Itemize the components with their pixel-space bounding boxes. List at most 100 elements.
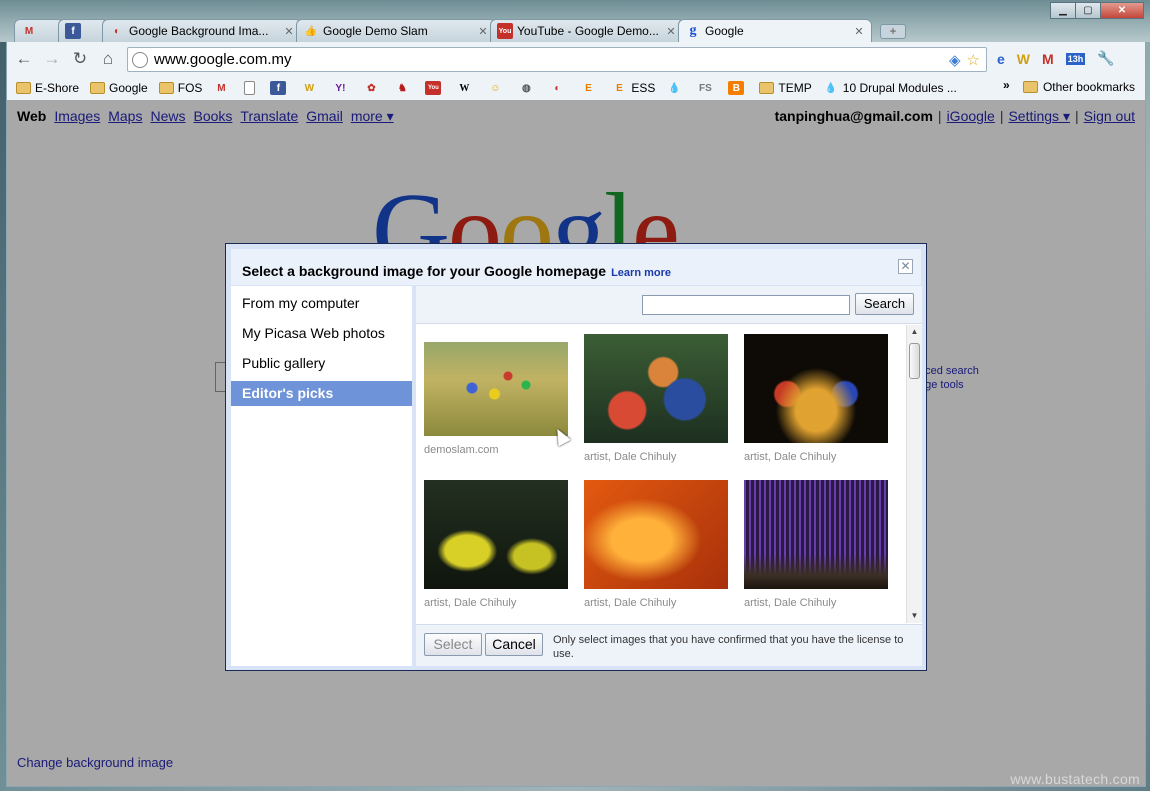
- bookmark-star-icon[interactable]: ☆: [967, 51, 980, 69]
- image-thumbnail[interactable]: demoslam.com: [424, 342, 568, 456]
- dialog-main: Search demoslam.com artist, Dale Chihuly…: [416, 286, 922, 666]
- thumbnail-image[interactable]: [424, 342, 568, 436]
- scroll-down-icon[interactable]: ▼: [907, 609, 922, 623]
- forward-icon[interactable]: →: [41, 49, 63, 69]
- bookmarks-overflow-button[interactable]: »: [1003, 78, 1010, 92]
- bookmark-flower[interactable]: ✿: [363, 81, 383, 95]
- bookmark-drupal[interactable]: ◐: [549, 81, 569, 95]
- tab-google-background[interactable]: ◐ Google Background Ima... ✕: [102, 19, 302, 42]
- tab-label: Google Demo Slam: [323, 24, 428, 38]
- image-thumbnail[interactable]: artist, Dale Chihuly: [424, 480, 568, 609]
- bookmark-e[interactable]: E: [580, 81, 600, 95]
- browser-toolbar: ← → ↻ ⌂ www.google.com.my ◈ ☆ e W M 13h …: [6, 42, 1146, 76]
- home-icon[interactable]: ⌂: [97, 49, 119, 69]
- gmail-checker-icon[interactable]: M: [1042, 51, 1054, 67]
- scroll-up-icon[interactable]: ▲: [907, 325, 922, 339]
- sidebar-item-public-gallery[interactable]: Public gallery: [231, 351, 412, 376]
- bookmark-wikipedia[interactable]: W: [456, 81, 476, 95]
- tab-google[interactable]: g Google ✕: [678, 19, 872, 42]
- close-icon[interactable]: ✕: [283, 25, 295, 38]
- image-grid-scrollbar[interactable]: ▲ ▼: [906, 325, 922, 623]
- image-thumbnail[interactable]: artist, Dale Chihuly: [584, 334, 728, 463]
- bookmark-smiley[interactable]: ☺: [487, 81, 507, 95]
- sidebar-item-editors-picks[interactable]: Editor's picks: [231, 381, 412, 406]
- thumbnail-image[interactable]: [584, 480, 728, 589]
- bookmark-facebook[interactable]: f: [270, 81, 290, 95]
- bookmark-youtube[interactable]: You: [425, 81, 445, 95]
- learn-more-link[interactable]: Learn more: [611, 267, 671, 279]
- yahoo-icon: Y!: [335, 82, 346, 94]
- bookmark-globe[interactable]: ◍: [518, 81, 538, 95]
- thumbnail-caption: artist, Dale Chihuly: [584, 451, 677, 463]
- maximize-button[interactable]: ▢: [1075, 2, 1101, 19]
- extension-w-icon[interactable]: W: [1017, 51, 1030, 67]
- bookmark-w[interactable]: W: [301, 81, 321, 95]
- drupal-icon: ◐: [113, 25, 121, 37]
- thumbnail-image[interactable]: [744, 334, 888, 443]
- thumbnail-image[interactable]: [424, 480, 568, 589]
- bookmark-game[interactable]: ♞: [394, 81, 414, 95]
- bookmark-page[interactable]: [244, 81, 259, 95]
- reload-icon[interactable]: ↻: [69, 49, 91, 69]
- bookmark-blogger[interactable]: B: [728, 81, 748, 95]
- thumbnail-caption: artist, Dale Chihuly: [424, 597, 517, 609]
- thumbnail-image[interactable]: [584, 334, 728, 443]
- cancel-button[interactable]: Cancel: [485, 633, 543, 656]
- bookmark-folder-google[interactable]: Google: [90, 81, 148, 95]
- back-icon[interactable]: ←: [13, 49, 35, 69]
- window-close-button[interactable]: ✕: [1100, 2, 1144, 19]
- tab-gmail[interactable]: M: [14, 19, 64, 42]
- select-button[interactable]: Select: [424, 633, 482, 656]
- tab-label: YouTube - Google Demo...: [517, 24, 659, 38]
- image-search-bar: Search: [416, 286, 922, 324]
- smiley-icon: ☺: [490, 82, 501, 94]
- bookmark-ess[interactable]: E ESS: [611, 81, 655, 95]
- new-tab-button[interactable]: +: [880, 24, 906, 39]
- wrench-icon[interactable]: 🔧: [1097, 50, 1114, 67]
- game-icon: ♞: [397, 82, 407, 94]
- image-thumbnail[interactable]: artist, Dale Chihuly: [744, 334, 888, 463]
- extensions-area: e W M 13h 🔧: [997, 50, 1127, 67]
- w-icon: W: [304, 82, 315, 94]
- close-icon[interactable]: ✕: [853, 25, 865, 38]
- bookmark-folder-fos[interactable]: FOS: [158, 81, 202, 95]
- close-icon[interactable]: ✕: [665, 25, 677, 38]
- background-image-dialog: Select a background image for your Googl…: [225, 243, 927, 671]
- dialog-header: Select a background image for your Googl…: [231, 249, 921, 285]
- facebook-icon: f: [65, 23, 81, 39]
- ie-tab-icon[interactable]: e: [997, 51, 1005, 67]
- bookmark-folder-temp[interactable]: TEMP: [759, 81, 812, 95]
- thumbnail-image[interactable]: [744, 480, 888, 589]
- fs-icon: FS: [699, 82, 712, 94]
- drupal-icon: ◐: [554, 82, 561, 94]
- watermark: www.bustatech.com: [1010, 771, 1140, 787]
- minimize-button[interactable]: ▁: [1050, 2, 1076, 19]
- image-search-button[interactable]: Search: [855, 293, 914, 315]
- tab-label: Google: [705, 24, 744, 38]
- dialog-close-icon[interactable]: ✕: [898, 259, 913, 274]
- scroll-thumb[interactable]: [909, 343, 920, 379]
- bookmark-yahoo[interactable]: Y!: [332, 81, 352, 95]
- sidebar-item-picasa[interactable]: My Picasa Web photos: [231, 321, 412, 346]
- image-grid: demoslam.com artist, Dale Chihuly artist…: [416, 325, 905, 623]
- image-thumbnail[interactable]: artist, Dale Chihuly: [744, 480, 888, 609]
- thumbs-up-icon: 👍: [304, 25, 318, 37]
- bookmark-fs[interactable]: FS: [697, 81, 717, 95]
- close-icon[interactable]: ✕: [477, 25, 489, 38]
- bookmark-drop[interactable]: 💧: [666, 81, 686, 95]
- bookmark-gmail[interactable]: M: [213, 81, 233, 95]
- tab-youtube[interactable]: You YouTube - Google Demo... ✕: [490, 19, 684, 42]
- address-bar[interactable]: www.google.com.my ◈ ☆: [127, 47, 987, 72]
- sidebar-item-from-my-computer[interactable]: From my computer: [231, 291, 412, 316]
- tab-facebook[interactable]: f: [58, 19, 108, 42]
- bookmark-folder-e-shore[interactable]: E-Shore: [16, 81, 79, 95]
- image-thumbnail[interactable]: artist, Dale Chihuly: [584, 480, 728, 609]
- calendar-icon[interactable]: 13h: [1065, 52, 1086, 65]
- image-search-input[interactable]: [642, 295, 850, 315]
- other-bookmarks[interactable]: Other bookmarks: [1022, 80, 1135, 94]
- page-action-icon[interactable]: ◈: [949, 51, 961, 69]
- tab-demo-slam[interactable]: 👍 Google Demo Slam ✕: [296, 19, 496, 42]
- folder-icon: [16, 82, 31, 94]
- bookmark-drupal-modules[interactable]: 💧 10 Drupal Modules ...: [823, 81, 957, 95]
- dialog-sidebar: From my computer My Picasa Web photos Pu…: [231, 286, 412, 666]
